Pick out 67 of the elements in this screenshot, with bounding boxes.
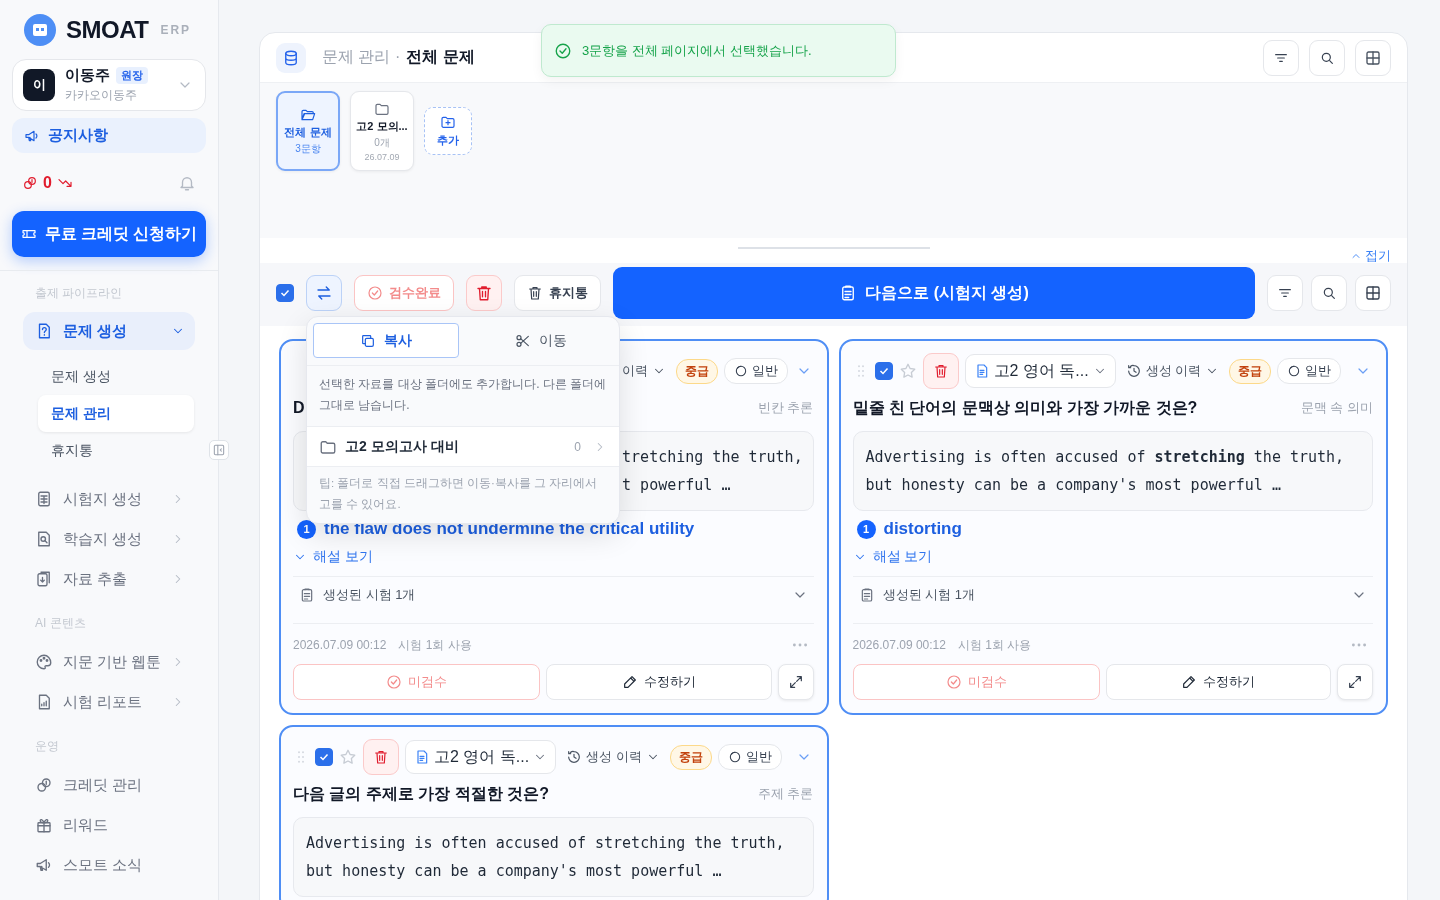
difficulty-badge: 중급 [1229,358,1272,384]
answer-text: distorting [883,519,962,539]
breadcrumb: 문제 관리 · [322,47,401,67]
explanation-toggle[interactable]: 해설 보기 [293,548,373,566]
source-dropdown[interactable]: 고2 영어 독... [964,354,1116,388]
created-date: 2026.07.09 00:12 [852,638,946,652]
nav-subitem[interactable]: 문제 생성 [38,358,194,395]
question-text: 다음 글의 주제로 가장 적절한 것은? [293,783,549,804]
usage-count: 시험 1회 사용 [957,636,1032,654]
explanation-toggle[interactable]: 해설 보기 [852,548,933,566]
user-avatar: 이 [23,69,55,101]
popover-tab[interactable]: 복사 [313,323,459,358]
popover-tab[interactable]: 이동 [469,323,613,358]
category-label: 빈칸 추론 [757,399,814,417]
source-dropdown[interactable]: 고2 영어 독... [405,740,557,774]
organization-name: 카카오이동주 [65,87,138,104]
history-dropdown[interactable]: 이력 [618,362,670,380]
category-label: 문맥 속 의미 [1300,399,1373,417]
type-badge: 일반 [1277,358,1342,384]
add-folder-button[interactable]: 추가 [424,107,472,155]
toast-message: 3문항을 전체 페이지에서 선택했습니다. [582,41,812,60]
generated-exams-row[interactable]: 생성된 시험 1개 [852,577,1373,613]
difficulty-badge: 중급 [676,358,718,384]
type-badge: 일반 [724,358,788,384]
history-dropdown[interactable]: 생성 이력 [1121,362,1224,380]
user-name: 이동주 [65,66,110,85]
next-button[interactable]: 다음으로 (시험지 생성) [613,267,1255,319]
nav-item[interactable]: 스모트 소식 [23,845,195,885]
nav-item[interactable]: 시험 리포트 [23,682,195,722]
nav-subitem[interactable]: 휴지통 [38,432,194,469]
popover-tip: 팁: 폴더로 직접 드래그하면 이동·복사를 그 자리에서 고를 수 있어요. [318,476,599,512]
question-text: 밑줄 친 단어의 문맥상 의미와 가장 가까운 것은? [852,397,1198,418]
generated-exams-row[interactable]: 생성된 시험 1개 [293,577,814,613]
nav-item[interactable]: 자료 추출 [23,559,195,599]
answer-number-badge: 1 [856,519,876,539]
folder-tile[interactable]: 고2 모의... 0개 26.07.09 [350,91,414,171]
folder-tile[interactable]: 전체 문제 3문항 [276,91,340,171]
nav-item[interactable]: 시험지 생성 [23,479,195,519]
user-card[interactable]: 이 이동주 원장 카카오이동주 [12,59,206,111]
difficulty-badge: 중급 [669,744,712,770]
nav-item[interactable]: 문제 생성 [23,312,195,350]
nav-item[interactable]: 리워드 [23,805,195,845]
history-dropdown[interactable]: 생성 이력 [562,748,664,766]
notice-button[interactable]: 공지사항 [12,118,206,153]
nav-item[interactable]: 학습지 생성 [23,519,195,559]
page-title: 전체 문제 [406,47,475,67]
collapse-button[interactable]: 접기 [1350,246,1391,265]
type-badge: 일반 [717,744,782,770]
nav-subitem[interactable]: 문제 관리 [38,395,194,432]
created-date: 2026.07.09 00:12 [293,638,387,652]
credit-count: 0 [43,174,52,192]
trash-button[interactable]: 휴지통 [514,275,601,311]
role-badge: 원장 [116,67,148,84]
edit-button[interactable]: 수정하기 [1105,664,1331,700]
nav-item[interactable]: 지문 기반 웹툰 [23,642,195,682]
logo-text: SMOAT [66,16,149,44]
passage-box: Advertising is often accused of stretching the truth, but honesty can be a company's most powerful … [852,431,1373,511]
category-label: 주제 추론 [757,785,814,803]
edit-button[interactable]: 수정하기 [546,664,772,700]
target-folder-item[interactable]: 고2 모의고사 대비 0 [307,427,619,467]
free-credit-button[interactable]: 무료 크레딧 신청하기 [12,211,206,257]
passage-box: Advertising is often accused of stretching the truth, but honesty can be a company's most powerful … [293,817,814,897]
logo-suffix: ERP [160,23,192,37]
usage-count: 시험 1회 사용 [398,636,472,654]
nav-item[interactable]: 크레딧 관리 [23,765,195,805]
question-text: D [293,399,305,417]
answer-number-badge: 1 [297,519,316,539]
